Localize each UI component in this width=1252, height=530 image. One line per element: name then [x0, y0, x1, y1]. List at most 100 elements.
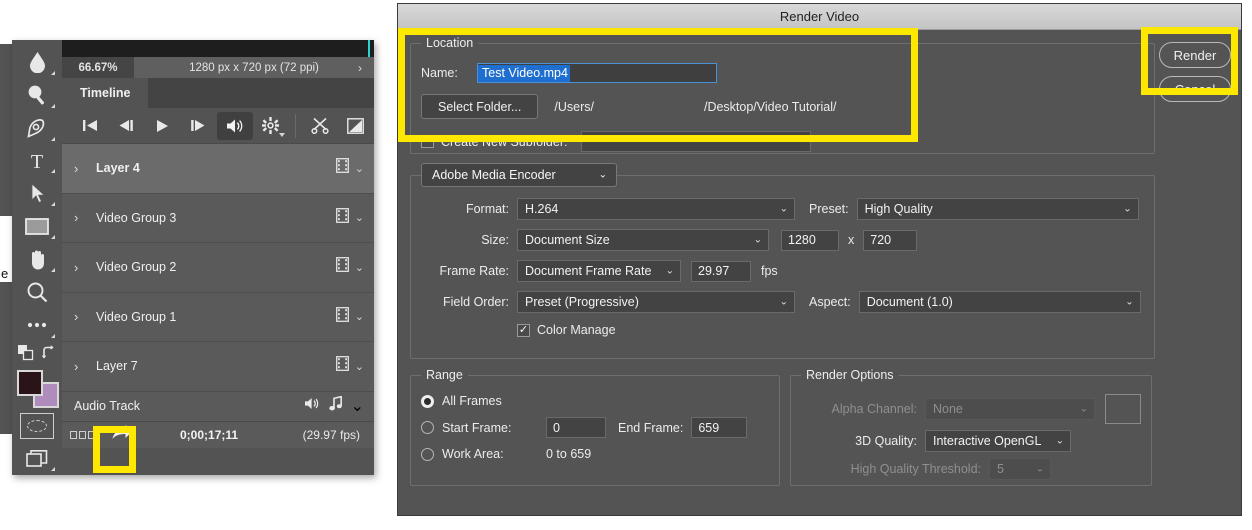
film-strip-icon[interactable] — [335, 158, 349, 178]
track-row-audio[interactable]: Audio Track ⌄ — [62, 391, 374, 421]
document-dimensions[interactable]: 1280 px x 720 px (72 ppi) › — [134, 57, 374, 78]
disclosure-triangle-icon[interactable]: › — [74, 210, 90, 225]
disclosure-triangle-icon[interactable]: › — [74, 359, 90, 374]
dialog-left-column: Location Name: Test Video.mp4 Select Fol… — [410, 36, 1155, 495]
height-input[interactable]: 720 — [863, 229, 918, 251]
hand-tool-icon[interactable] — [14, 243, 60, 276]
pen-tool-icon[interactable] — [14, 112, 60, 145]
quick-mask-icon[interactable] — [14, 409, 60, 442]
current-timecode[interactable]: 0;00;17;11 — [180, 428, 238, 442]
chevron-down-icon[interactable]: ⌄ — [355, 261, 364, 274]
blur-tool-icon[interactable] — [14, 46, 60, 79]
3d-quality-label: 3D Quality: — [855, 434, 917, 448]
track-row-video-group-1[interactable]: › Video Group 1 ⌄ — [62, 292, 374, 342]
render-video-shortcut-button[interactable] — [111, 424, 133, 446]
name-label: Name: — [421, 66, 458, 80]
color-manage-checkbox[interactable]: ✓ — [517, 323, 530, 337]
chevron-down-icon: ⌄ — [1123, 203, 1132, 215]
chevron-right-icon[interactable]: › — [358, 61, 362, 75]
rectangle-tool-icon[interactable] — [14, 210, 60, 243]
fps-unit-label: fps — [761, 264, 778, 278]
format-value: H.264 — [525, 202, 559, 216]
type-tool-icon[interactable]: T — [14, 145, 60, 178]
format-select[interactable]: H.264 ⌄ — [517, 198, 795, 220]
cancel-button[interactable]: Cancel — [1159, 76, 1231, 102]
disclosure-triangle-icon[interactable]: › — [74, 309, 90, 324]
timeline-transport-bar — [62, 108, 374, 144]
zoom-level[interactable]: 66.67% — [62, 61, 134, 74]
disclosure-triangle-icon[interactable]: › — [74, 260, 90, 275]
audio-button[interactable] — [216, 111, 253, 140]
start-frame-radio[interactable] — [421, 421, 434, 434]
transition-button[interactable] — [338, 112, 374, 140]
render-button[interactable]: Render — [1159, 42, 1231, 68]
alpha-channel-label: Alpha Channel: — [831, 402, 917, 416]
location-group: Location Name: Test Video.mp4 Select Fol… — [410, 36, 1155, 154]
frame-rate-select[interactable]: Document Frame Rate ⌄ — [517, 260, 681, 282]
hq-threshold-label: High Quality Threshold: — [850, 462, 981, 476]
size-select[interactable]: Document Size ⌄ — [517, 229, 769, 251]
chevron-down-icon[interactable]: ⌄ — [355, 360, 364, 373]
name-input[interactable]: Test Video.mp4 — [477, 63, 717, 83]
work-area-radio[interactable] — [421, 447, 434, 461]
disclosure-triangle-icon[interactable]: › — [74, 161, 90, 176]
track-row-layer-4[interactable]: › Layer 4 ⌄ — [62, 144, 374, 194]
name-input-value: Test Video.mp4 — [478, 64, 570, 82]
path-left-label: /Users/ — [554, 99, 594, 114]
document-dimensions-label: 1280 px x 720 px (72 ppi) — [189, 61, 319, 74]
foreground-color-swatch[interactable] — [17, 370, 43, 397]
path-right-label: /Desktop/Video Tutorial/ — [703, 99, 837, 114]
aspect-select[interactable]: Document (1.0) ⌄ — [858, 291, 1141, 313]
path-selection-tool-icon[interactable] — [14, 177, 60, 210]
field-order-select[interactable]: Preset (Progressive) ⌄ — [517, 291, 795, 313]
create-subfolder-checkbox[interactable] — [421, 135, 434, 148]
dodge-tool-icon[interactable] — [14, 79, 60, 112]
chevron-down-icon[interactable]: ⌄ — [351, 396, 364, 416]
film-strip-icon[interactable] — [335, 306, 349, 327]
default-colors-icon[interactable] — [17, 345, 34, 366]
fps-input[interactable]: 29.97 — [691, 260, 751, 282]
film-strip-icon[interactable] — [335, 356, 349, 376]
dialog-body: Location Name: Test Video.mp4 Select Fol… — [398, 30, 1241, 517]
track-row-video-group-3[interactable]: › Video Group 3 ⌄ — [62, 193, 374, 243]
size-value: Document Size — [525, 233, 610, 247]
color-swatches[interactable] — [14, 369, 60, 409]
all-frames-radio[interactable] — [421, 394, 434, 408]
preset-select[interactable]: High Quality ⌄ — [856, 198, 1139, 220]
go-to-first-frame-button[interactable] — [72, 112, 108, 140]
edit-toolbar-icon[interactable] — [14, 309, 60, 342]
transport-divider — [294, 113, 296, 138]
tab-timeline[interactable]: Timeline — [62, 78, 149, 108]
zoom-tool-icon[interactable] — [14, 276, 60, 309]
speaker-icon[interactable] — [304, 397, 321, 415]
chevron-down-icon[interactable]: ⌄ — [355, 162, 364, 175]
music-note-icon[interactable] — [328, 395, 343, 416]
swap-colors-icon[interactable] — [41, 345, 57, 366]
previous-frame-button[interactable] — [108, 112, 144, 140]
chevron-down-icon[interactable]: ⌄ — [355, 211, 364, 224]
aspect-value: Document (1.0) — [866, 295, 953, 309]
3d-quality-select[interactable]: Interactive OpenGL ⌄ — [925, 430, 1071, 452]
onion-skin-icon[interactable] — [70, 430, 95, 439]
tools-panel[interactable]: T — [12, 40, 62, 475]
play-button[interactable] — [144, 112, 180, 140]
track-row-layer-7[interactable]: › Layer 7 ⌄ — [62, 342, 374, 392]
color-controls[interactable] — [14, 342, 60, 370]
screen-mode-icon[interactable] — [14, 442, 60, 475]
next-frame-button[interactable] — [180, 112, 216, 140]
select-folder-button[interactable]: Select Folder... — [421, 94, 539, 119]
subfolder-input[interactable] — [581, 131, 812, 152]
field-order-label: Field Order: — [443, 295, 509, 309]
end-frame-input[interactable]: 659 — [691, 417, 748, 438]
frame-rate-display: (29.97 fps) — [302, 427, 360, 442]
split-clip-button[interactable] — [302, 112, 338, 140]
encoder-engine-select[interactable]: Adobe Media Encoder ⌄ — [421, 163, 617, 187]
track-row-video-group-2[interactable]: › Video Group 2 ⌄ — [62, 243, 374, 293]
film-strip-icon[interactable] — [335, 207, 349, 228]
bottom-groups: Range All Frames Start Frame: 0 End Fram… — [410, 368, 1155, 495]
chevron-down-icon[interactable]: ⌄ — [355, 310, 364, 323]
width-input[interactable]: 1280 — [781, 229, 839, 251]
settings-gear-button[interactable] — [253, 112, 289, 140]
start-frame-input[interactable]: 0 — [546, 417, 606, 438]
film-strip-icon[interactable] — [335, 257, 349, 277]
